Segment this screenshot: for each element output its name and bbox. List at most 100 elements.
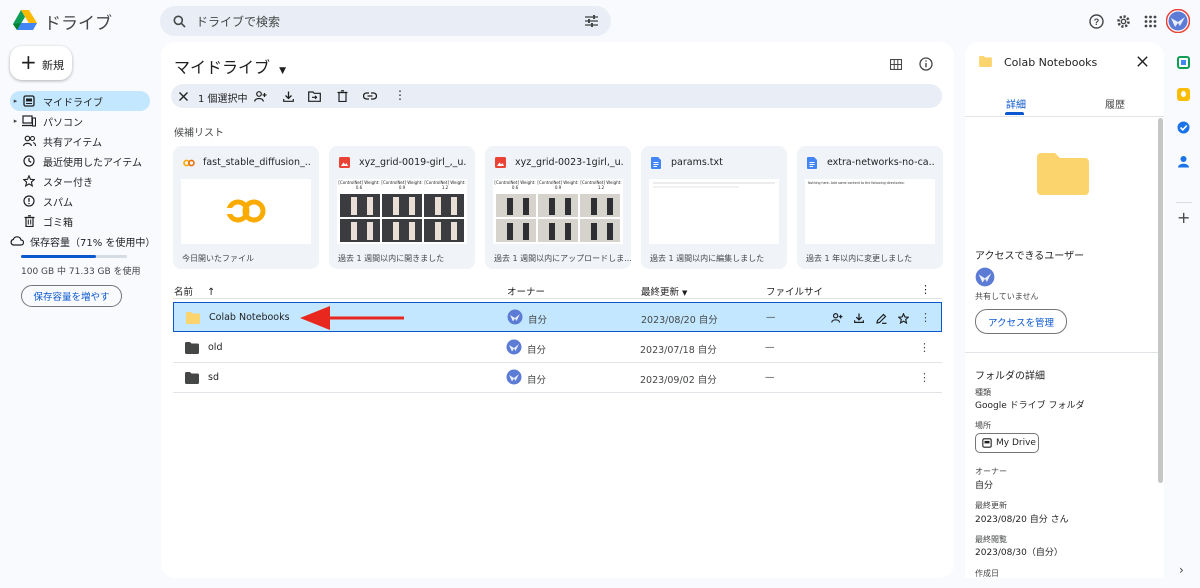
file-name[interactable]: old [208, 342, 222, 353]
grid-caption: [ControlNet] Weight: 1.2 [580, 180, 622, 190]
row-more-icon[interactable]: ⋮ [920, 311, 931, 324]
suggested-card[interactable]: params.txt 過去 1 週間以内に編集しました [641, 146, 787, 269]
divider [1176, 202, 1192, 203]
sidebar-item-trash[interactable]: ゴミ箱 [10, 211, 150, 231]
cloud-icon [10, 234, 24, 248]
sidebar-item-label: 共有アイテム [43, 137, 102, 149]
manage-access-button[interactable]: アクセスを管理 [975, 309, 1067, 334]
location-chip[interactable]: My Drive [975, 433, 1039, 453]
file-size: — [765, 372, 775, 383]
sort-arrow-up-icon[interactable]: ↑ [207, 287, 215, 298]
download-icon[interactable] [281, 89, 295, 103]
owner-name: 自分 [528, 315, 548, 326]
created-label: 作成日 [975, 569, 999, 578]
column-header-owner[interactable]: オーナー [507, 284, 545, 298]
expand-caret-icon[interactable]: ▸ [10, 97, 21, 105]
dropdown-caret-icon[interactable]: ▼ [682, 289, 687, 297]
suggested-label: 候補リスト [174, 128, 224, 139]
grid-caption: [ControlNet] Weight: 0.6 [338, 180, 380, 190]
owner-avatar [507, 309, 523, 325]
clock-icon [21, 154, 37, 168]
row-more-icon[interactable]: ⋮ [919, 371, 930, 384]
table-row[interactable]: Colab Notebooks 自分 2023/08/20 自分 — ⋮ [173, 302, 942, 332]
grid-view-icon[interactable] [888, 56, 904, 72]
image-icon [495, 157, 507, 169]
sidebar-item-computers[interactable]: ▸ パソコン [10, 111, 150, 131]
owner-name: 自分 [527, 375, 547, 386]
selection-count: 1 個選択中 [198, 94, 248, 105]
sidebar-item-my-drive[interactable]: ▸ マイドライブ [10, 91, 150, 111]
sidebar-item-storage[interactable]: 保存容量（71% を使用中） [10, 231, 155, 251]
share-person-icon[interactable] [253, 89, 267, 103]
column-options-icon[interactable]: ⋮ [920, 283, 931, 296]
header-divider [173, 298, 942, 299]
sidebar-item-spam[interactable]: スパム [10, 191, 150, 211]
divider [965, 352, 1158, 353]
apps-grid-icon[interactable] [1142, 13, 1158, 29]
type-label: 種類 [975, 388, 991, 397]
scrollbar[interactable] [1158, 118, 1163, 483]
card-footer: 過去 1 年以内に変更しました [806, 254, 913, 263]
search-options-icon[interactable] [584, 14, 598, 28]
column-header-size[interactable]: ファイルサイ [766, 284, 823, 298]
divider [965, 116, 1164, 117]
calendar-icon[interactable] [1177, 56, 1190, 69]
close-icon[interactable] [1136, 55, 1149, 68]
suggested-card[interactable]: extra-networks-no-ca... Nothing here. Ad… [797, 146, 943, 269]
chevron-right-icon[interactable]: › [1179, 563, 1184, 577]
rename-pen-icon[interactable] [874, 312, 888, 324]
owner-value: 自分 [975, 481, 994, 491]
star-icon[interactable] [896, 312, 910, 324]
dropdown-caret-icon[interactable]: ▼ [279, 66, 286, 76]
keep-icon[interactable] [1177, 88, 1190, 101]
move-to-folder-icon[interactable] [307, 89, 321, 103]
app-title[interactable]: ドライブ [44, 9, 112, 34]
buy-storage-button[interactable]: 保存容量を増やす [21, 285, 122, 307]
sidebar-item-label: ゴミ箱 [43, 217, 73, 229]
delete-icon[interactable] [335, 89, 349, 103]
info-icon[interactable] [917, 55, 935, 73]
page-title[interactable]: マイドライブ ▼ [174, 54, 286, 78]
grid-image-thumbnail [340, 194, 464, 242]
column-header-modified[interactable]: 最終更新 ▼ [641, 284, 687, 298]
sidebar-item-recent[interactable]: 最近使用したアイテム [10, 151, 150, 171]
row-more-icon[interactable]: ⋮ [919, 341, 930, 354]
share-person-icon[interactable] [830, 312, 844, 324]
file-name[interactable]: sd [208, 372, 219, 383]
help-icon[interactable]: ? [1088, 13, 1104, 29]
suggested-card[interactable]: xyz_grid-0019-girl_,_u... [ControlNet] W… [329, 146, 475, 269]
table-row[interactable]: old 自分 2023/07/18 自分 — ⋮ [173, 333, 942, 363]
table-row[interactable]: sd 自分 2023/09/02 自分 — ⋮ [173, 363, 942, 393]
add-addon-icon[interactable]: + [1177, 208, 1190, 227]
new-button[interactable]: + 新規 [10, 46, 72, 80]
sidebar-item-label: スター付き [43, 177, 93, 189]
download-icon[interactable] [852, 312, 866, 324]
grid-caption: [ControlNet] Weight: 0.9 [381, 180, 423, 190]
clear-selection-icon[interactable] [177, 89, 189, 103]
contacts-icon[interactable] [1177, 155, 1190, 168]
owner-name: 自分 [527, 345, 547, 356]
settings-icon[interactable] [1115, 13, 1131, 29]
annotation-arrow [300, 306, 404, 330]
tab-history[interactable]: 履歴 [1105, 96, 1125, 111]
text-preview [653, 182, 775, 188]
search-icon[interactable] [172, 14, 186, 28]
sidebar-item-shared[interactable]: 共有アイテム [10, 131, 150, 151]
suggested-card[interactable]: xyz_grid-0023-1girl,_u... [ControlNet] W… [485, 146, 631, 269]
search-input[interactable]: ドライブで検索 [196, 13, 280, 30]
search-bar[interactable]: ドライブで検索 [160, 6, 611, 36]
sidebar-item-label: パソコン [43, 117, 83, 129]
file-name[interactable]: Colab Notebooks [209, 312, 290, 323]
more-actions-icon[interactable]: ⋮ [394, 88, 406, 102]
tasks-icon[interactable] [1177, 121, 1190, 134]
account-avatar[interactable] [1166, 9, 1190, 33]
star-icon [21, 174, 37, 188]
column-header-name[interactable]: 名前 ↑ [174, 284, 215, 298]
copy-link-icon[interactable] [362, 89, 378, 103]
owner-avatar[interactable] [975, 267, 995, 287]
sidebar-item-starred[interactable]: スター付き [10, 171, 150, 191]
drive-logo[interactable] [12, 9, 38, 31]
tab-details[interactable]: 詳細 [1006, 96, 1026, 111]
suggested-card[interactable]: fast_stable_diffusion_... 今日開いたファイル [173, 146, 319, 269]
expand-caret-icon[interactable]: ▸ [10, 117, 21, 125]
